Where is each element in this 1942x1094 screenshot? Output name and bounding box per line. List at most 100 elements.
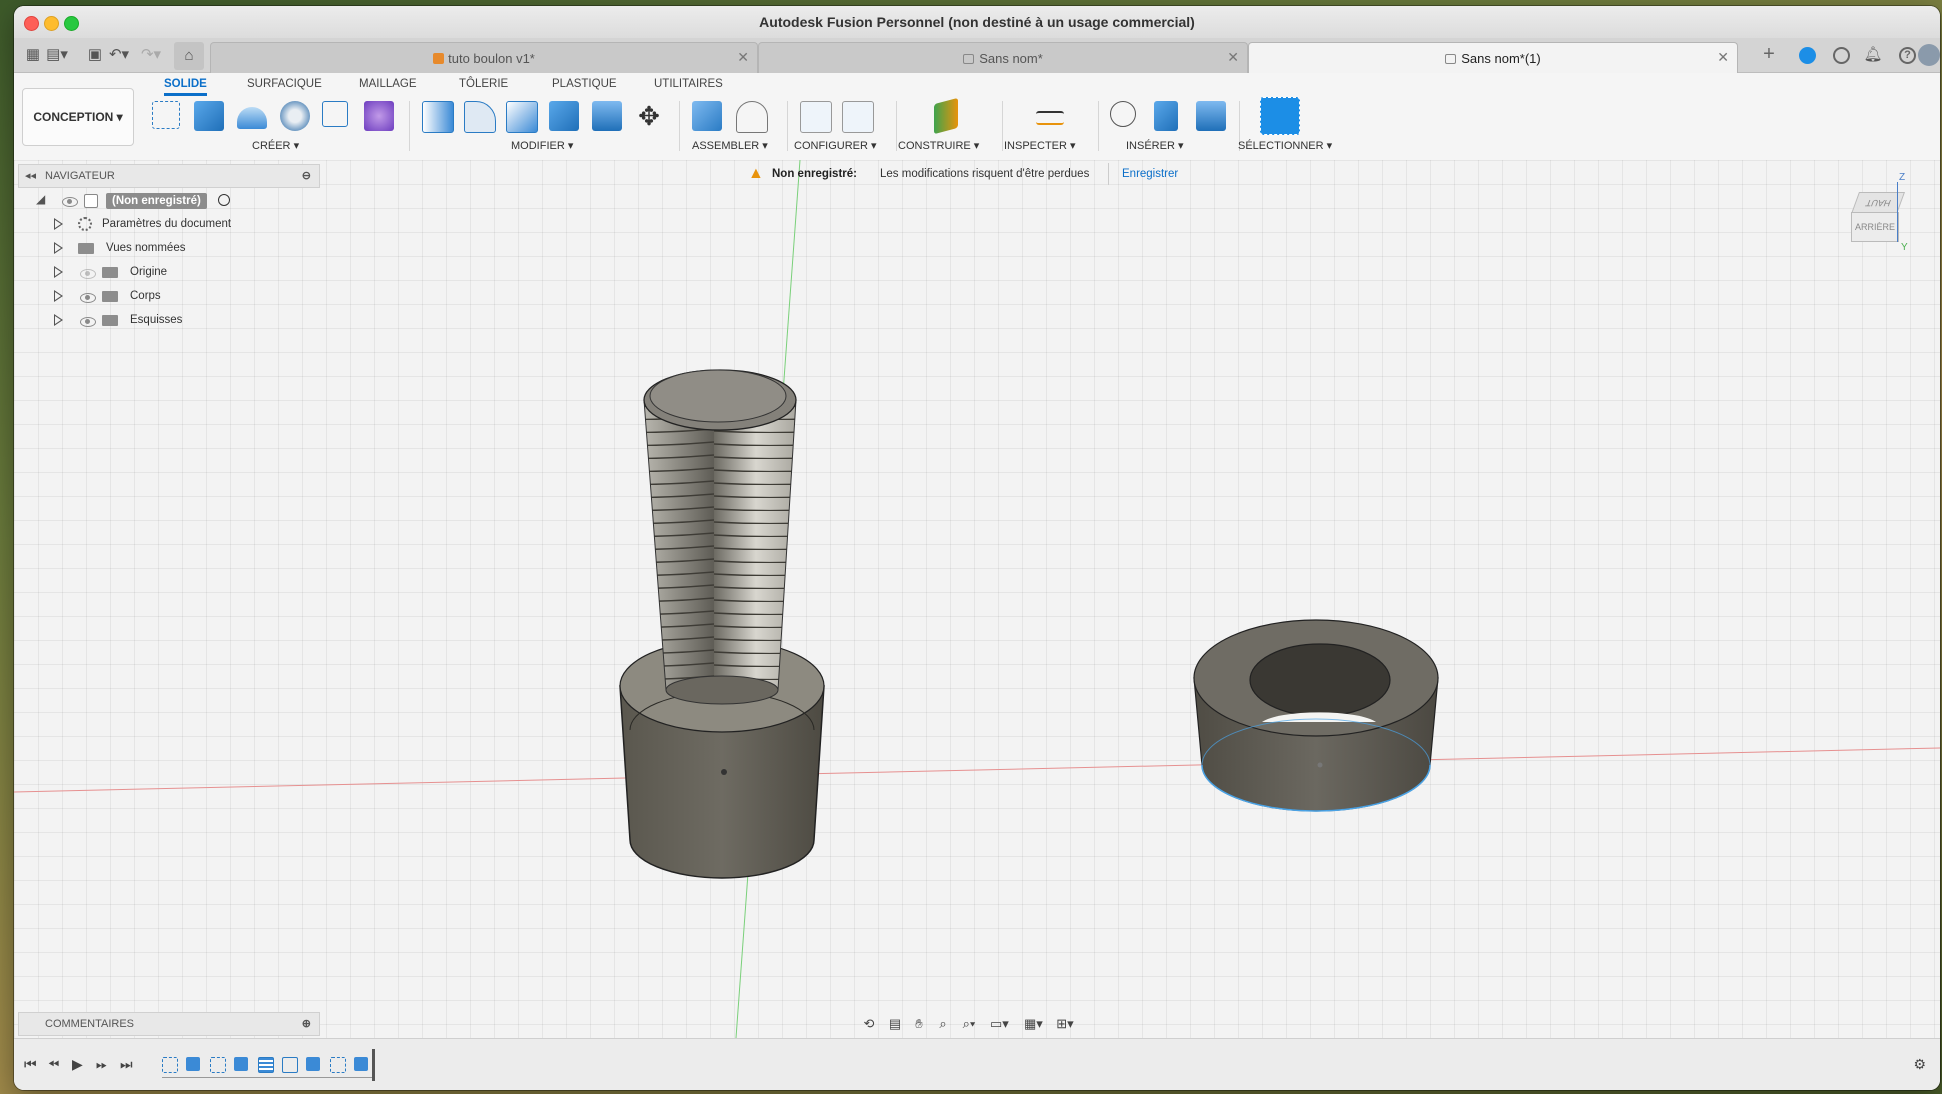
tab-maillage[interactable]: MAILLAGE [359,78,417,90]
move-icon[interactable]: ✥ [634,101,664,131]
timeline-prev-icon[interactable]: ⏪︎ [48,1056,59,1073]
navigator-item-origine[interactable]: Origine [18,264,318,284]
file-menu-icon[interactable]: ▤▾ [46,45,68,65]
select-icon[interactable] [1260,97,1300,135]
measure-icon[interactable] [1036,111,1064,125]
timeline-marker[interactable] [372,1049,375,1081]
tab-solide[interactable]: SOLIDE [164,78,207,96]
timeline-next-icon[interactable]: ⏩︎ [96,1056,107,1073]
visibility-eye-icon[interactable] [80,293,96,303]
combine-icon[interactable] [592,101,622,131]
chamfer-icon[interactable] [506,101,538,133]
add-comment-icon[interactable]: ⊕ [302,1017,311,1030]
timeline-extrude-icon[interactable] [354,1057,368,1071]
hole-icon[interactable] [280,101,310,131]
tab-plastique[interactable]: PLASTIQUE [552,78,617,90]
configure-table-icon[interactable] [800,101,832,133]
tab-tolerie[interactable]: TÔLERIE [459,78,508,90]
collapse-panel-icon[interactable]: ◂◂ [25,169,36,182]
timeline-sketch-icon[interactable] [210,1057,226,1073]
display-settings-icon[interactable]: ▭▾ [990,1015,1009,1033]
tab-sans-nom-1[interactable]: Sans nom*(1) ✕ [1248,42,1738,73]
timeline-sketch-icon[interactable] [330,1057,346,1073]
expand-triangle-icon[interactable] [54,242,63,254]
3d-viewport[interactable]: ◂◂ NAVIGATEUR ⊖ ◢ (Non enregistré) Param… [14,160,1940,1038]
zoom-icon[interactable]: ⌕ [934,1015,952,1033]
tab-tuto-boulon[interactable]: tuto boulon v1* ✕ [210,42,758,73]
viewports-icon[interactable]: ⊞▾ [1056,1015,1074,1033]
navigator-item-vues[interactable]: Vues nommées [18,240,318,260]
timeline-thread-icon[interactable] [258,1057,274,1073]
help-icon[interactable]: ? [1899,47,1916,64]
orbit-icon[interactable]: ⟲ [860,1015,878,1033]
home-icon[interactable]: ⌂ [174,42,204,70]
timeline-shell-icon[interactable] [282,1057,298,1073]
navigator-root[interactable]: ◢ (Non enregistré) [18,192,318,212]
insert-derive-icon[interactable] [1110,101,1136,127]
create-sketch-icon[interactable] [152,101,180,129]
hidden-eye-icon[interactable] [80,269,96,279]
comments-panel[interactable]: COMMENTAIRES ⊕ [18,1012,320,1036]
select-menu[interactable]: SÉLECTIONNER ▾ [1238,139,1332,152]
timeline-last-icon[interactable]: ⏭ [120,1056,133,1073]
form-icon[interactable] [364,101,394,131]
timeline-play-icon[interactable]: ▶ [72,1056,83,1073]
timeline-first-icon[interactable]: ⏮ [24,1056,37,1073]
expand-triangle-icon[interactable] [54,314,63,326]
new-component-icon[interactable] [692,101,722,131]
workspace-selector[interactable]: CONCEPTION ▾ [22,88,134,146]
job-status-icon[interactable] [1833,47,1850,64]
new-tab-icon[interactable]: + [1758,44,1780,65]
visibility-eye-icon[interactable] [62,197,78,207]
timeline-extrude-icon[interactable] [306,1057,320,1071]
view-cube-back[interactable]: ARRIÈRE [1851,212,1899,242]
pan-hand-icon[interactable]: ✋︎ [910,1015,928,1033]
expand-triangle-icon[interactable] [54,266,63,278]
bolt-body[interactable] [619,369,825,879]
insert-image-icon[interactable] [1196,101,1226,131]
navigator-toggle-icon[interactable]: ⊖ [302,169,311,182]
redo-icon[interactable]: ↷▾ [140,45,162,65]
close-tab-icon[interactable]: ✕ [1227,49,1239,66]
view-cube[interactable]: HAUT ARRIÈRE Z Y [1849,172,1908,253]
visibility-eye-icon[interactable] [80,317,96,327]
timeline-sketch-icon[interactable] [162,1057,178,1073]
navigator-header[interactable]: ◂◂ NAVIGATEUR ⊖ [18,164,320,188]
activate-radio-icon[interactable] [218,194,230,206]
navigator-item-esquisses[interactable]: Esquisses [18,312,318,332]
look-at-icon[interactable]: ▤ [886,1015,904,1033]
tab-utilitaires[interactable]: UTILITAIRES [654,78,723,90]
extrude-icon[interactable] [194,101,224,131]
modify-menu[interactable]: MODIFIER ▾ [511,139,573,152]
navigator-item-parametres[interactable]: Paramètres du document [18,216,318,236]
navigator-item-corps[interactable]: Corps [18,288,318,308]
inspect-menu[interactable]: INSPECTER ▾ [1004,139,1076,152]
joint-icon[interactable] [736,101,768,133]
fillet-icon[interactable] [464,101,496,133]
sync-status-icon[interactable] [1799,47,1816,64]
undo-icon[interactable]: ↶▾ [108,45,130,65]
create-menu[interactable]: CRÉER ▾ [252,139,299,152]
insert-mesh-icon[interactable] [1154,101,1178,131]
construct-plane-icon[interactable] [934,97,958,135]
tab-sans-nom[interactable]: Sans nom* ✕ [758,42,1248,73]
save-icon[interactable]: ▣ [84,45,106,65]
close-tab-icon[interactable]: ✕ [737,49,749,66]
timeline-settings-gear-icon[interactable]: ⚙︎ [1913,1056,1926,1073]
timeline-extrude-icon[interactable] [186,1057,200,1071]
fit-zoom-icon[interactable]: ⌕▾ [960,1015,978,1033]
user-avatar[interactable] [1918,44,1940,66]
apps-grid-icon[interactable]: ▦ [22,45,44,65]
configure-rules-icon[interactable] [842,101,874,133]
press-pull-icon[interactable] [422,101,454,133]
close-tab-icon[interactable]: ✕ [1717,49,1729,66]
expand-triangle-icon[interactable] [54,290,63,302]
assemble-menu[interactable]: ASSEMBLER ▾ [692,139,768,152]
save-link[interactable]: Enregistrer [1122,168,1178,180]
pattern-icon[interactable] [322,101,348,127]
notifications-bell-icon[interactable]: 🔔︎ [1862,45,1884,65]
revolve-icon[interactable] [237,107,267,129]
insert-menu[interactable]: INSÉRER ▾ [1126,139,1183,152]
configure-menu[interactable]: CONFIGURER ▾ [794,139,877,152]
collapse-triangle-icon[interactable]: ◢ [36,192,45,206]
